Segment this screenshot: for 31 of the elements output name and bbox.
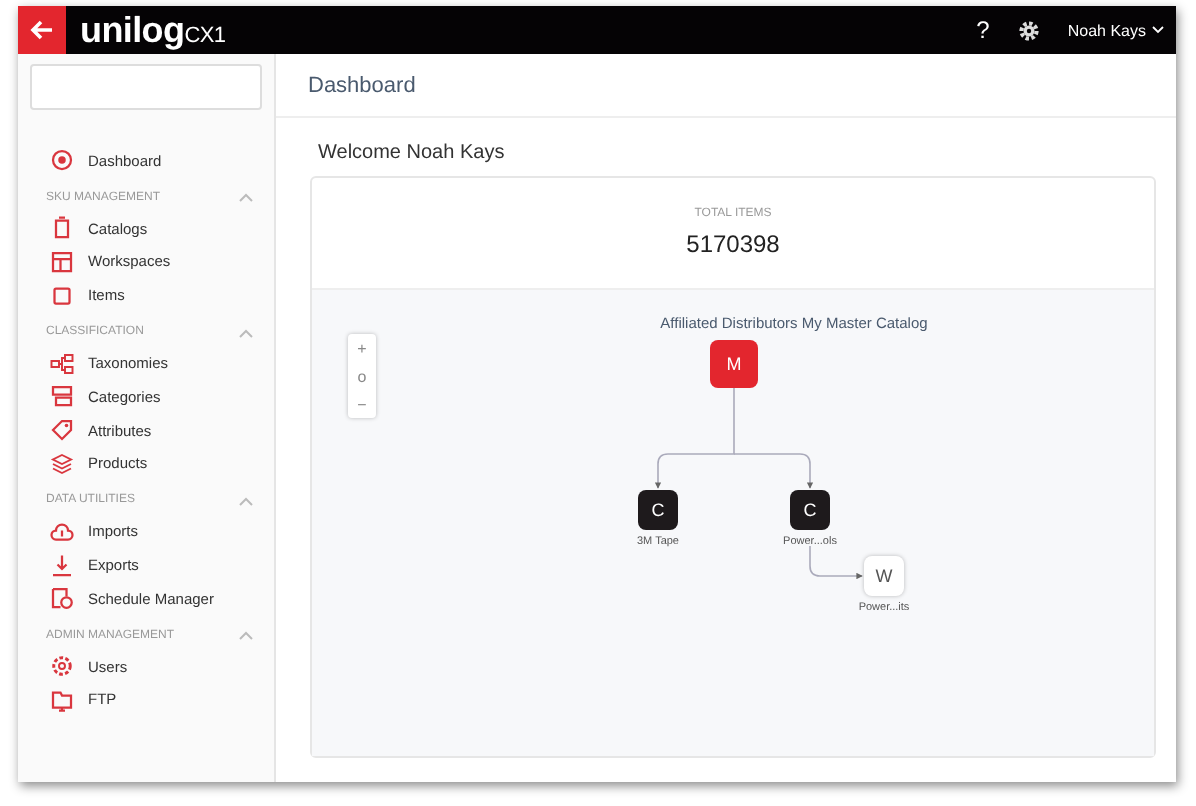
hierarchy-icon <box>50 351 74 376</box>
catalog-node[interactable]: C <box>638 490 678 530</box>
workspace-node[interactable]: W <box>864 556 904 596</box>
user-menu[interactable]: Noah Kays <box>1067 21 1146 39</box>
tag-icon <box>50 418 74 443</box>
master-node[interactable]: M <box>710 340 758 388</box>
gear-icon <box>50 654 74 679</box>
target-icon <box>50 148 74 173</box>
zoom-button[interactable]: − <box>348 390 376 418</box>
settings-icon[interactable] <box>1017 19 1040 41</box>
table-icon <box>50 249 74 274</box>
layers-icon <box>50 384 74 409</box>
download-icon <box>50 553 74 578</box>
connector <box>809 545 863 580</box>
back-button[interactable] <box>18 6 66 54</box>
back-arrow-icon <box>30 20 54 40</box>
help-button[interactable]: ? <box>976 16 990 44</box>
welcome-text: Welcome Noah Kays <box>318 142 507 164</box>
monitor-icon <box>50 687 74 712</box>
logo: unilogCX1 <box>80 9 226 51</box>
zoom-button[interactable]: o <box>348 362 376 390</box>
clock-icon <box>50 586 74 611</box>
catalog-node[interactable]: C <box>790 490 830 530</box>
stack-icon <box>50 451 74 476</box>
stat-value: 5170398 <box>686 230 780 258</box>
clipboard-icon <box>50 216 74 241</box>
square-icon <box>50 283 74 308</box>
page-title: Dashboard <box>276 54 1176 118</box>
search-field[interactable] <box>30 64 262 110</box>
zoom-button[interactable]: + <box>348 334 376 362</box>
cloud-icon <box>50 519 74 544</box>
